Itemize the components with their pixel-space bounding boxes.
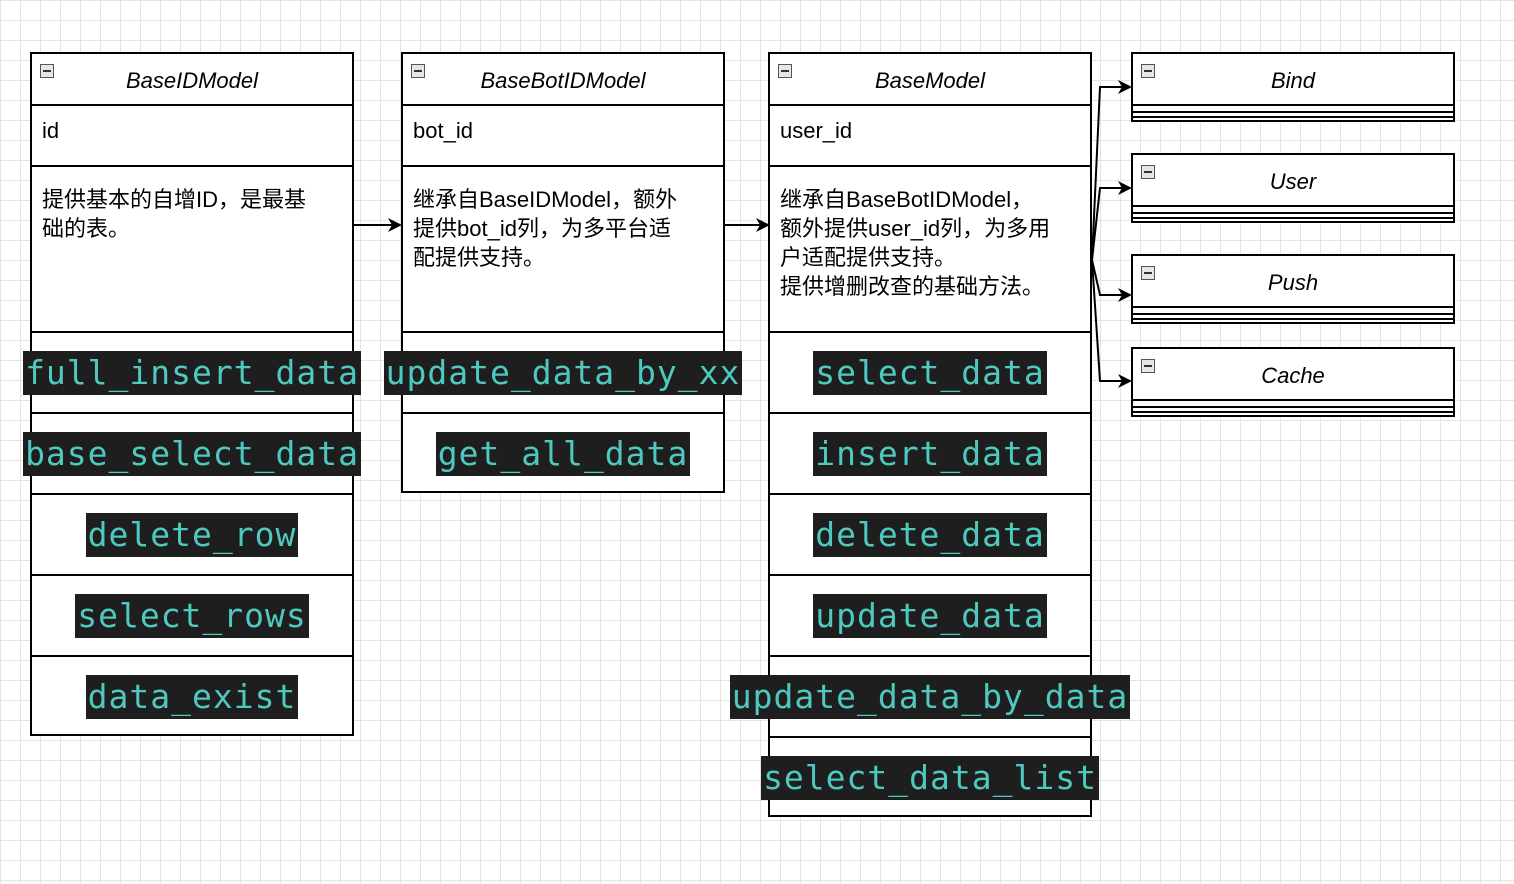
class-header: User [1133,155,1453,205]
class-cache[interactable]: Cache [1131,347,1455,417]
edge-basemodel-to-user [1091,181,1132,261]
class-title: BaseModel [874,68,986,93]
method-row: insert_data [770,414,1090,495]
method-name: select_rows [75,593,309,638]
method-name: data_exist [85,674,299,719]
class-title: Push [1267,270,1319,295]
method-name: update_data_by_data [729,674,1131,719]
class-base-id-model[interactable]: BaseIDModel id 提供基本的自增ID，是最基 础的表。 full_i… [23,52,361,736]
edge-basemodel-to-push [1091,259,1132,302]
class-header: Bind [1133,54,1453,104]
method-row: full_insert_data [23,333,361,414]
class-field: id [32,106,352,167]
method-name: update_data_by_xx [383,350,743,395]
method-row: select_rows [32,576,352,657]
class-header: BaseModel [770,54,1090,106]
method-name: base_select_data [23,431,361,476]
class-base-bot-id-model[interactable]: BaseBotIDModel bot_id 继承自BaseIDModel，额外 … [383,52,743,493]
class-header: BaseBotIDModel [403,54,723,106]
method-name: insert_data [813,431,1047,476]
class-title: BaseBotIDModel [480,68,646,93]
method-name: select_data_list [761,755,1099,800]
class-description: 继承自BaseBotIDModel， 额外提供user_id列，为多用 户适配提… [770,167,1090,333]
method-name: delete_data [813,512,1047,557]
method-row: delete_row [32,495,352,576]
class-title: BaseIDModel [125,68,259,93]
class-title: Cache [1261,363,1325,388]
class-title: Bind [1270,68,1316,93]
method-row: update_data_by_data [729,657,1131,738]
class-field: bot_id [403,106,723,167]
class-description: 继承自BaseIDModel，额外 提供bot_id列，为多平台适 配提供支持。 [403,167,723,333]
edge-basemodel-to-bind [1091,80,1132,261]
class-base-model[interactable]: BaseModel user_id 继承自BaseBotIDModel， 额外提… [729,52,1131,817]
method-name: get_all_data [435,431,691,476]
class-header: Push [1133,256,1453,306]
method-row: update_data_by_xx [383,333,743,414]
class-field: user_id [770,106,1090,167]
method-row: base_select_data [23,414,361,495]
method-row: select_data [770,333,1090,414]
method-row: delete_data [770,495,1090,576]
method-row: data_exist [32,657,352,736]
method-row: select_data_list [761,738,1099,817]
method-name: update_data [813,593,1047,638]
method-row: update_data [770,576,1090,657]
class-bind[interactable]: Bind [1131,52,1455,122]
method-row: get_all_data [403,414,723,493]
class-header: Cache [1133,349,1453,399]
class-push[interactable]: Push [1131,254,1455,324]
method-name: delete_row [85,512,299,557]
method-name: full_insert_data [23,350,361,395]
class-title: User [1269,169,1317,194]
edge-basemodel-to-cache [1091,259,1132,388]
class-user[interactable]: User [1131,153,1455,223]
class-description: 提供基本的自增ID，是最基 础的表。 [32,167,352,333]
class-header: BaseIDModel [32,54,352,106]
method-name: select_data [813,350,1047,395]
